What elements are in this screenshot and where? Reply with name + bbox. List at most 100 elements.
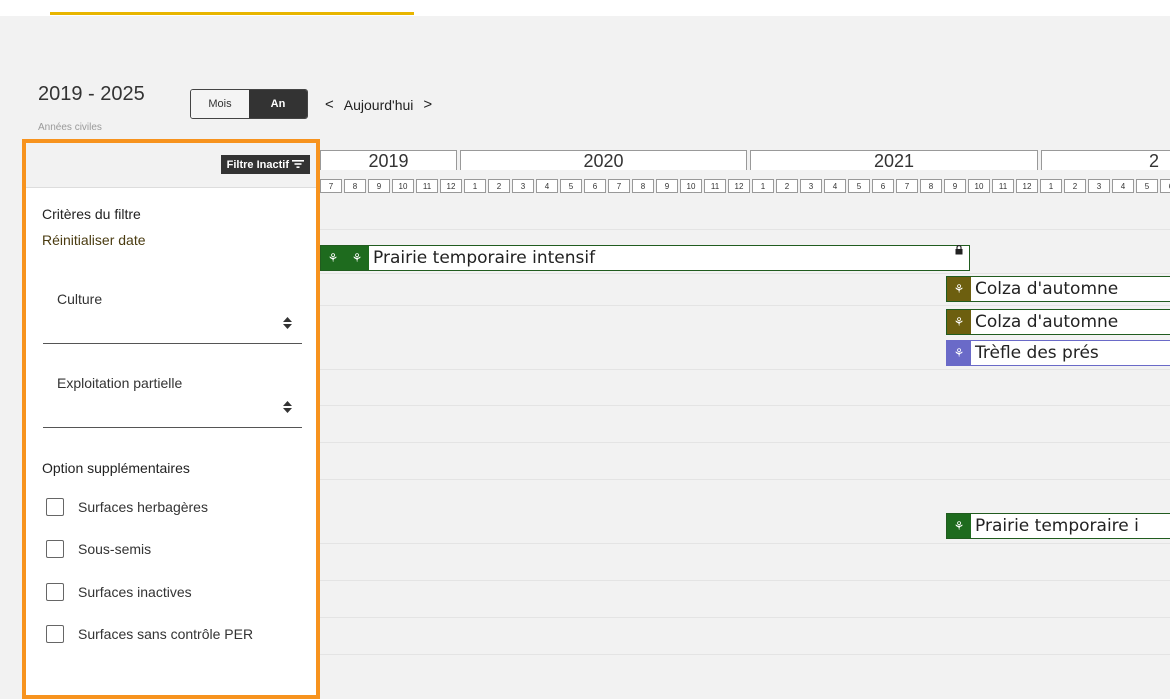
partial-exploitation-select[interactable]: Exploitation partielle	[43, 367, 302, 428]
year-label: 2	[1041, 150, 1170, 171]
checkbox[interactable]	[46, 583, 64, 601]
wheat-icon: ⚘	[947, 514, 971, 538]
month-cell: 10	[968, 179, 990, 193]
lock-icon	[955, 244, 963, 258]
wheat-icon: ⚘	[321, 246, 345, 270]
today-button[interactable]: Aujourd'hui	[344, 97, 414, 113]
crop-bar-colza-automne[interactable]: ⚘ Colza d'automne	[946, 309, 1170, 335]
crop-bar-prairie-temporaire[interactable]: ⚘ Prairie temporaire i	[946, 513, 1170, 539]
month-cell: 11	[704, 179, 726, 193]
month-cell: 10	[680, 179, 702, 193]
month-cell: 5	[1136, 179, 1158, 193]
wheat-icon: ⚘	[947, 341, 971, 365]
chevron-right-icon[interactable]: >	[423, 96, 432, 113]
month-cell: 9	[368, 179, 390, 193]
month-cell: 6	[872, 179, 894, 193]
month-cell: 11	[992, 179, 1014, 193]
row-divider	[320, 305, 1170, 306]
month-header: 7 8 9 10 11 12 1 2 3 4 5 6 7 8 9 10 11 12 1 2 3 4 5 6 7 8 9 10 11 12 1…	[320, 179, 1170, 195]
month-cell: 5	[560, 179, 582, 193]
filter-header: Filtre Inactif	[26, 143, 316, 188]
row-divider	[320, 479, 1170, 480]
filter-button-label: Filtre Inactif	[226, 158, 289, 171]
row-divider	[320, 229, 1170, 230]
month-cell: 4	[536, 179, 558, 193]
date-range-title: 2019 - 2025	[38, 83, 145, 105]
row-divider	[320, 442, 1170, 443]
view-month-button[interactable]: Mois	[191, 90, 249, 118]
month-cell: 2	[1064, 179, 1086, 193]
wheat-icon: ⚘	[345, 246, 369, 270]
month-cell: 4	[1112, 179, 1134, 193]
sort-arrows-icon	[283, 401, 292, 416]
checkbox[interactable]	[46, 540, 64, 558]
option-surfaces-herbageres[interactable]: Surfaces herbagères	[46, 498, 208, 516]
reset-date-link[interactable]: Réinitialiser date	[42, 232, 146, 248]
month-cell: 1	[464, 179, 486, 193]
wheat-icon: ⚘	[947, 277, 971, 301]
month-cell: 4	[824, 179, 846, 193]
month-cell: 6	[1160, 179, 1170, 193]
month-cell: 8	[344, 179, 366, 193]
row-divider	[320, 654, 1170, 655]
month-cell: 3	[1088, 179, 1110, 193]
view-year-button[interactable]: An	[249, 90, 307, 118]
row-divider	[320, 405, 1170, 406]
active-tab-indicator	[50, 12, 414, 15]
filter-icon	[292, 159, 304, 171]
crop-label: Prairie temporaire i	[975, 516, 1139, 536]
crop-label: Colza d'automne	[975, 312, 1119, 332]
culture-select[interactable]: Culture	[43, 283, 302, 344]
year-label: 2021	[750, 150, 1038, 171]
month-cell: 7	[896, 179, 918, 193]
month-cell: 3	[800, 179, 822, 193]
month-cell: 1	[1040, 179, 1062, 193]
month-cell: 12	[440, 179, 462, 193]
row-divider	[320, 543, 1170, 544]
month-cell: 7	[608, 179, 630, 193]
month-cell: 8	[632, 179, 654, 193]
month-cell: 2	[776, 179, 798, 193]
month-cell: 11	[416, 179, 438, 193]
filter-criteria-title: Critères du filtre	[42, 206, 141, 222]
filter-toggle-button[interactable]: Filtre Inactif	[220, 155, 310, 174]
wheat-icon: ⚘	[947, 310, 971, 334]
option-surfaces-inactives[interactable]: Surfaces inactives	[46, 583, 192, 601]
row-divider	[320, 580, 1170, 581]
month-cell: 9	[656, 179, 678, 193]
row-divider	[320, 273, 1170, 274]
year-label: 2020	[460, 150, 747, 171]
month-cell: 2	[488, 179, 510, 193]
month-cell: 1	[752, 179, 774, 193]
option-sous-semis[interactable]: Sous-semis	[46, 540, 151, 558]
culture-select-label: Culture	[57, 291, 103, 307]
year-label: 2019	[320, 150, 457, 171]
row-divider	[320, 369, 1170, 370]
month-cell: 3	[512, 179, 534, 193]
crop-bar-colza-automne[interactable]: ⚘ Colza d'automne	[946, 276, 1170, 302]
checkbox[interactable]	[46, 625, 64, 643]
option-surfaces-sans-controle-per[interactable]: Surfaces sans contrôle PER	[46, 625, 253, 643]
partial-exploitation-label: Exploitation partielle	[57, 375, 183, 391]
month-cell: 12	[1016, 179, 1038, 193]
date-range-subtitle: Années civiles	[38, 122, 102, 133]
crop-bar-prairie-temporaire-intensif[interactable]: ⚘ ⚘ Prairie temporaire intensif	[320, 244, 970, 271]
options-title: Option supplémentaires	[42, 460, 190, 476]
chevron-left-icon[interactable]: <	[325, 96, 334, 113]
timeline: 2019 2020 2021 2 7 8 9 10 11 12 1 2 3 4 5 6 7 8 9 10 11 1…	[320, 145, 1170, 684]
crop-bar-trefle-des-pres[interactable]: ⚘ Trèfle des prés	[946, 340, 1170, 366]
checkbox[interactable]	[46, 498, 64, 516]
filter-panel: Filtre Inactif Critères du filtre Réinit…	[22, 139, 320, 699]
row-divider	[320, 617, 1170, 618]
month-cell: 5	[848, 179, 870, 193]
month-cell: 12	[728, 179, 750, 193]
view-toggle: Mois An	[190, 89, 308, 119]
top-bar	[0, 0, 1170, 16]
month-cell: 7	[320, 179, 342, 193]
crop-label: Colza d'automne	[975, 279, 1119, 299]
sort-arrows-icon	[283, 317, 292, 332]
month-cell: 6	[584, 179, 606, 193]
month-cell: 8	[920, 179, 942, 193]
timeline-navigation: < Aujourd'hui >	[325, 96, 432, 113]
year-header: 2019 2020 2021 2	[320, 150, 1170, 172]
